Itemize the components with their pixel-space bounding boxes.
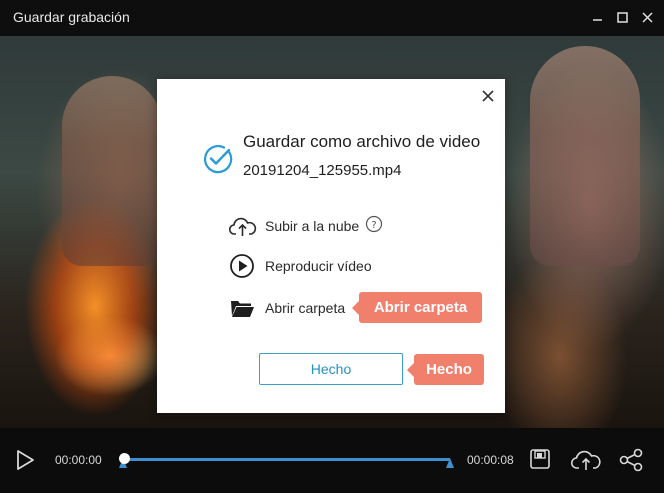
done-button[interactable]: Hecho (259, 353, 403, 385)
cloud-upload-icon (229, 213, 257, 239)
open-folder-button[interactable]: Abrir carpeta (229, 295, 345, 321)
play-circle-icon (229, 253, 257, 279)
total-time: 00:00:08 (467, 453, 514, 467)
dialog-close-icon[interactable] (479, 87, 497, 105)
trim-end-handle[interactable] (446, 458, 454, 468)
maximize-icon[interactable] (613, 8, 631, 26)
done-callout: Hecho (407, 354, 484, 385)
current-time: 00:00:00 (55, 453, 102, 467)
svg-text:?: ? (372, 220, 377, 231)
play-video-label: Reproducir vídeo (265, 258, 372, 274)
share-icon[interactable] (618, 448, 644, 477)
window-title: Guardar grabación (13, 9, 130, 25)
upload-cloud-button[interactable]: Subir a la nube ? (229, 213, 383, 239)
video-figure (530, 46, 640, 266)
play-video-button[interactable]: Reproducir vídeo (229, 253, 372, 279)
file-name: 20191204_125955.mp4 (243, 162, 402, 179)
help-icon[interactable]: ? (365, 215, 383, 238)
dialog-title: Guardar como archivo de video (243, 132, 481, 151)
minimize-icon[interactable] (588, 8, 606, 26)
scrubber-handle[interactable] (118, 453, 130, 464)
title-bar: Guardar grabación (0, 0, 664, 36)
open-folder-callout: Abrir carpeta (352, 292, 482, 323)
open-folder-label: Abrir carpeta (265, 300, 346, 316)
folder-icon (229, 295, 257, 321)
save-icon[interactable] (529, 448, 551, 475)
player-controls: 00:00:00 00:00:08 (0, 428, 664, 493)
progress-track[interactable] (124, 458, 450, 461)
check-circle-icon (202, 143, 233, 179)
cloud-upload-icon[interactable] (570, 448, 601, 477)
play-icon[interactable] (14, 449, 36, 476)
video-figure (62, 76, 162, 266)
close-icon[interactable] (638, 8, 656, 26)
upload-cloud-label: Subir a la nube (265, 218, 360, 234)
